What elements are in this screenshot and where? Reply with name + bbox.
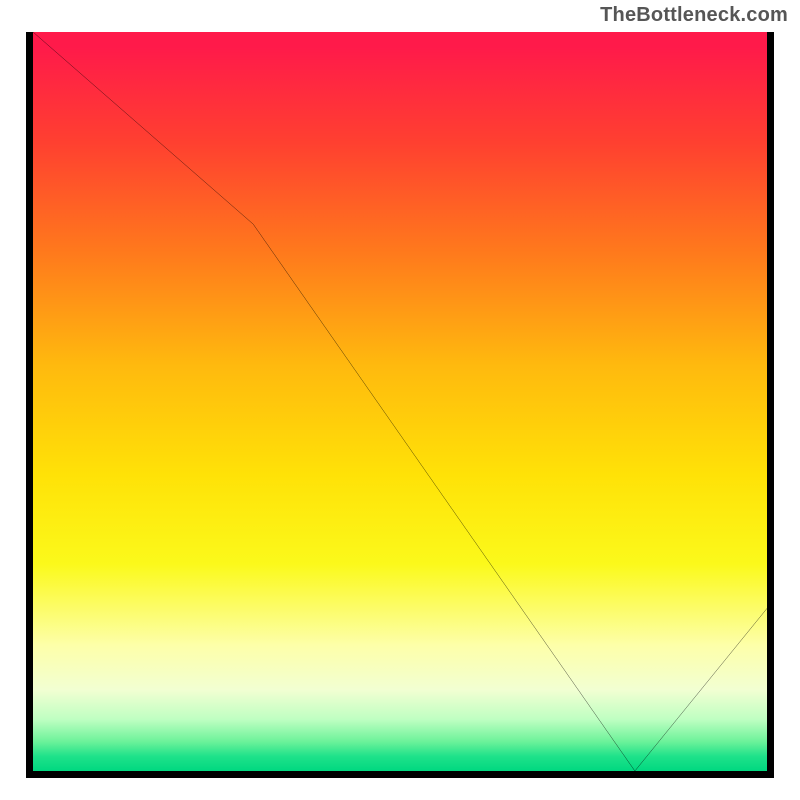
attribution-label: TheBottleneck.com	[600, 4, 788, 27]
chart-plot-area	[26, 32, 774, 778]
bottleneck-curve	[33, 32, 767, 771]
